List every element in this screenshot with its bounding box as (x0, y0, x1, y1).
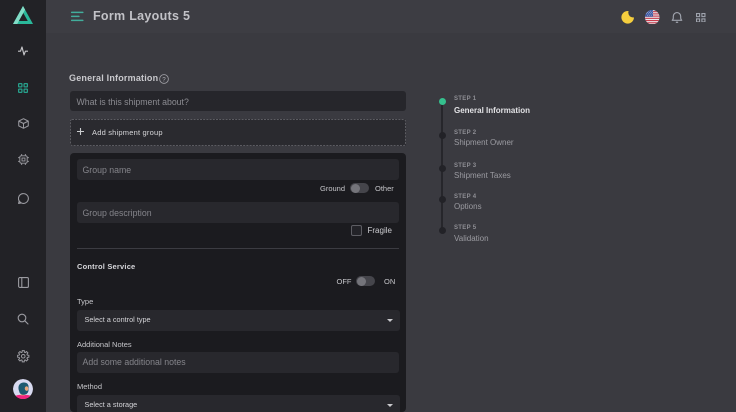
svg-text:?: ? (162, 76, 166, 83)
